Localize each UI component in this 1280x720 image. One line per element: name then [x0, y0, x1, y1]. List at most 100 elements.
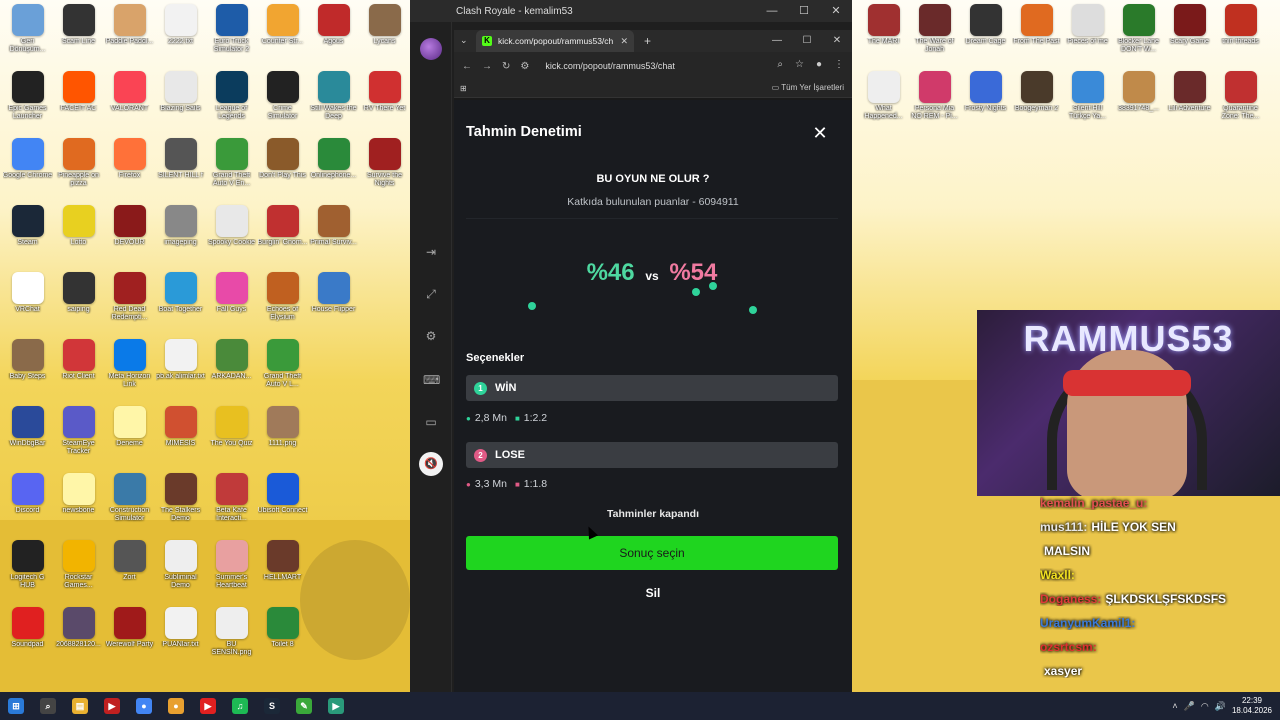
- desktop-icon[interactable]: Deneme: [104, 406, 155, 473]
- desktop-icon[interactable]: WinDbgBar: [2, 406, 53, 473]
- desktop-icon[interactable]: Rockstar Games...: [53, 540, 104, 607]
- desktop-icon[interactable]: Firefox: [104, 138, 155, 205]
- desktop-icon[interactable]: Agous: [308, 4, 359, 71]
- desktop-icon[interactable]: Subliminal Demo: [155, 540, 206, 607]
- chat-username[interactable]: ozsrtcsm:: [1040, 640, 1097, 654]
- tab-kick-chat[interactable]: K kick.com/popout/rammus53/ch ✕: [476, 30, 634, 52]
- tab-search-icon[interactable]: ⌄: [460, 35, 468, 46]
- desktop-icon[interactable]: Survive the Nights: [359, 138, 410, 205]
- desktop-icon[interactable]: What Happened...: [858, 71, 909, 138]
- select-result-button[interactable]: Sonuç seçin: [466, 536, 838, 570]
- desktop-icon[interactable]: VALORANT: [104, 71, 155, 138]
- desktop-icon[interactable]: Red Dead Redempti...: [104, 272, 155, 339]
- forward-icon[interactable]: →: [482, 61, 492, 72]
- desktop-icon[interactable]: Soundpad: [2, 607, 53, 674]
- option-win[interactable]: 1 WİN: [466, 375, 838, 401]
- desktop-icon[interactable]: Werewolf Party: [104, 607, 155, 674]
- tray-chevron-icon[interactable]: ˄: [1172, 701, 1177, 711]
- desktop-icon[interactable]: newsbone: [53, 473, 104, 540]
- desktop-icon[interactable]: imageping: [155, 205, 206, 272]
- desktop-icon[interactable]: Discord: [2, 473, 53, 540]
- apps-grid-icon[interactable]: ⊞: [460, 84, 467, 93]
- maximize-icon[interactable]: ☐: [788, 0, 820, 22]
- desktop-icon[interactable]: Lycans: [359, 4, 410, 71]
- desktop-icon[interactable]: Dream Cage: [960, 4, 1011, 71]
- desktop-icon[interactable]: Geri Dönüşüm...: [2, 4, 53, 71]
- desktop-icon[interactable]: Quarantine Zone: The...: [1215, 71, 1266, 138]
- desktop-icon[interactable]: 38391748_...: [1113, 71, 1164, 138]
- taskbar-media-icon[interactable]: ▶: [320, 692, 352, 720]
- chat-username[interactable]: mus111:: [1040, 520, 1087, 534]
- login-icon[interactable]: ⇥: [423, 244, 439, 260]
- desktop-icon[interactable]: Beta Kafe Interacti...: [206, 473, 257, 540]
- extension-icon[interactable]: ●: [816, 59, 822, 70]
- option-lose[interactable]: 2 LOSE: [466, 442, 838, 468]
- desktop-icon[interactable]: Lotto: [53, 205, 104, 272]
- desktop-icon[interactable]: RV There Yet: [359, 71, 410, 138]
- taskbar-search-icon[interactable]: ⌕: [32, 692, 64, 720]
- mute-icon[interactable]: 🔇: [419, 452, 443, 476]
- taskbar-youtube-icon[interactable]: ▶: [192, 692, 224, 720]
- desktop-icon[interactable]: DEVOUR: [104, 205, 155, 272]
- desktop-icon[interactable]: 2222.txt: [155, 4, 206, 71]
- desktop-icon[interactable]: Zort: [104, 540, 155, 607]
- popout-close-icon[interactable]: ✕: [822, 30, 852, 52]
- bookmark-star-icon[interactable]: ☆: [795, 59, 804, 70]
- desktop-icon[interactable]: ARKADAN...: [206, 339, 257, 406]
- desktop-icon[interactable]: Don't Play This: [257, 138, 308, 205]
- desktop-icon[interactable]: Riot Client: [53, 339, 104, 406]
- taskbar-gaming-icon[interactable]: ▶: [96, 692, 128, 720]
- desktop-icon[interactable]: Blocker Lane DON'T W...: [1113, 4, 1164, 71]
- taskbar-spotify-icon[interactable]: ♫: [224, 692, 256, 720]
- desktop-icon[interactable]: Counter Str...: [257, 4, 308, 71]
- desktop-icon[interactable]: Lili Adventure: [1164, 71, 1215, 138]
- desktop-icon[interactable]: Scary Game: [1164, 4, 1215, 71]
- desktop-icon[interactable]: Frosty Nights: [960, 71, 1011, 138]
- desktop-icon[interactable]: SteamEye Tracker: [53, 406, 104, 473]
- desktop-icon[interactable]: House Flipper: [308, 272, 359, 339]
- popout-maximize-icon[interactable]: ☐: [792, 30, 822, 52]
- desktop-icon[interactable]: From The Past: [1011, 4, 1062, 71]
- desktop-icon[interactable]: The Ware of Jonah: [909, 4, 960, 71]
- desktop-icon[interactable]: Summer's Heartbeat: [206, 540, 257, 607]
- desktop-icon[interactable]: Scam Line: [53, 4, 104, 71]
- site-info-icon[interactable]: ⚙: [520, 61, 529, 72]
- popout-minimize-icon[interactable]: —: [762, 30, 792, 52]
- desktop-icon[interactable]: Fall Guys: [206, 272, 257, 339]
- desktop-icon[interactable]: VRChat: [2, 272, 53, 339]
- menu-icon[interactable]: ⋮: [834, 59, 844, 70]
- desktop-icon[interactable]: Onlinephone...: [308, 138, 359, 205]
- desktop-icon[interactable]: SILENT HILL f: [155, 138, 206, 205]
- all-bookmarks[interactable]: ▭ Tüm Yer İşaretleri: [772, 83, 844, 92]
- desktop-icon[interactable]: Primal Surviv...: [308, 205, 359, 272]
- desktop-icon[interactable]: Spooky Cookie: [206, 205, 257, 272]
- tab-close-icon[interactable]: ✕: [620, 36, 628, 47]
- back-icon[interactable]: ←: [462, 61, 472, 72]
- desktop-icon[interactable]: Pieces of me: [1062, 4, 1113, 71]
- chat-username[interactable]: kemalin_pastae_u:: [1040, 496, 1147, 510]
- desktop-icon[interactable]: Grand Theft Auto V L...: [257, 339, 308, 406]
- close-icon[interactable]: ✕: [820, 0, 852, 22]
- desktop-icon[interactable]: Pineapple on pizza: [53, 138, 104, 205]
- desktop-icon[interactable]: Ubisoft Connect: [257, 473, 308, 540]
- taskbar-steam-icon[interactable]: S: [256, 692, 288, 720]
- url-field[interactable]: kick.com/popout/rammus53/chat: [545, 61, 675, 71]
- desktop-icon[interactable]: Paddle Paddl...: [104, 4, 155, 71]
- desktop-icon[interactable]: 2068828120...: [53, 607, 104, 674]
- desktop-icon[interactable]: 1111.png: [257, 406, 308, 473]
- taskbar-explorer-icon[interactable]: ▤: [64, 692, 96, 720]
- zoom-icon[interactable]: ⌕: [777, 59, 783, 70]
- desktop-icon[interactable]: The Stalkers Demo: [155, 473, 206, 540]
- clock[interactable]: 22:39 18.04.2026: [1232, 696, 1272, 716]
- expand-icon[interactable]: ⤢: [423, 286, 439, 302]
- desktop-icon[interactable]: Echoes of Elysium: [257, 272, 308, 339]
- desktop-icon[interactable]: Still Wakes the Deep: [308, 71, 359, 138]
- desktop-icon[interactable]: Crime Simulator: [257, 71, 308, 138]
- tray-mic-icon[interactable]: 🎤: [1184, 701, 1195, 712]
- desktop-icon[interactable]: pb.ak alimlar.txt: [155, 339, 206, 406]
- desktop-icon[interactable]: The MARI: [858, 4, 909, 71]
- taskbar-notepad-icon[interactable]: ✎: [288, 692, 320, 720]
- desktop-icon[interactable]: Grand Theft Auto V En...: [206, 138, 257, 205]
- desktop-icon[interactable]: Logitech G HUB: [2, 540, 53, 607]
- minimize-icon[interactable]: —: [756, 0, 788, 22]
